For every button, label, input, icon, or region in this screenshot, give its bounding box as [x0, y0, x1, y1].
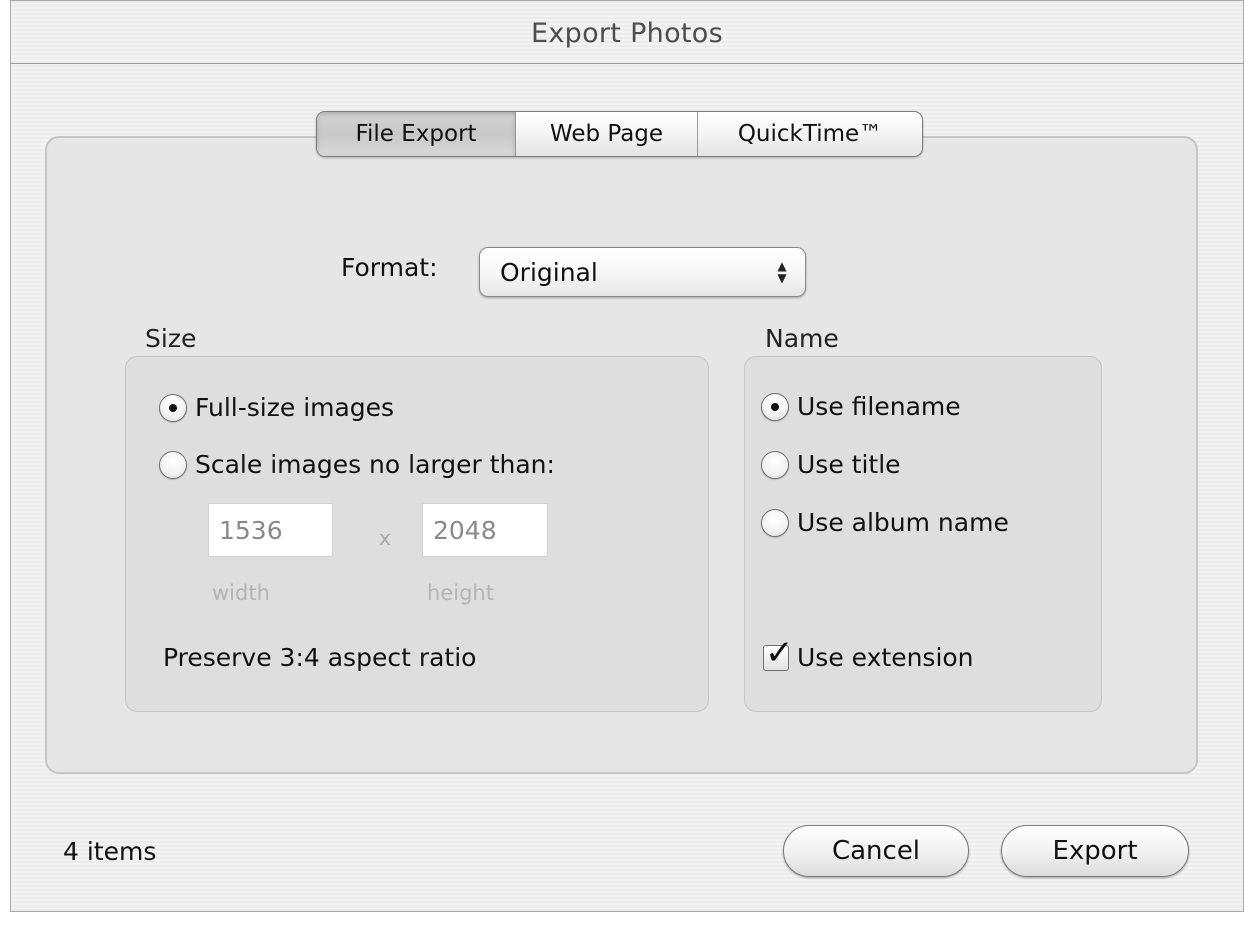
format-label: Format:: [341, 253, 438, 282]
radio-button-selected[interactable]: [761, 392, 789, 421]
checkbox[interactable]: ✓: [763, 636, 794, 671]
cancel-button[interactable]: Cancel: [783, 825, 969, 877]
radio-use-filename[interactable]: Use filename: [761, 392, 961, 421]
radio-button[interactable]: [159, 450, 187, 479]
updown-arrows-icon: ▲ ▼: [777, 259, 787, 285]
checkbox-use-extension[interactable]: ✓ Use extension: [763, 636, 974, 672]
radio-use-album-name[interactable]: Use album name: [761, 508, 1009, 537]
export-photos-dialog: Export Photos File Export Web Page Quick…: [10, 0, 1244, 912]
radio-scale-images-label: Scale images no larger than:: [195, 450, 555, 479]
window-title: Export Photos: [531, 18, 723, 49]
items-count: 4 items: [63, 837, 157, 866]
radio-scale-images[interactable]: Scale images no larger than:: [159, 450, 555, 479]
radio-use-title-label: Use title: [797, 450, 901, 479]
tab-quicktime[interactable]: QuickTime™: [698, 112, 922, 156]
checkbox-use-extension-label: Use extension: [797, 643, 974, 672]
size-section-label: Size: [145, 324, 197, 353]
checkmark-icon: ✓: [765, 632, 794, 673]
radio-dot-icon: [169, 403, 177, 412]
radio-button[interactable]: [761, 508, 789, 537]
radio-button-selected[interactable]: [159, 393, 187, 422]
radio-use-title[interactable]: Use title: [761, 450, 901, 479]
times-separator: x: [379, 526, 391, 550]
width-caption: width: [212, 581, 270, 605]
format-popup[interactable]: Original ▲ ▼: [479, 247, 806, 297]
radio-full-size[interactable]: Full-size images: [159, 393, 394, 422]
radio-dot-icon: [771, 402, 779, 411]
name-section-label: Name: [765, 324, 839, 353]
radio-use-filename-label: Use filename: [797, 392, 961, 421]
format-value: Original: [500, 258, 598, 287]
width-field[interactable]: 1536: [208, 503, 333, 557]
title-bar[interactable]: Export Photos: [11, 1, 1243, 64]
radio-full-size-label: Full-size images: [195, 393, 395, 422]
radio-use-album-name-label: Use album name: [797, 508, 1009, 537]
export-button[interactable]: Export: [1001, 825, 1189, 877]
aspect-ratio-text: Preserve 3:4 aspect ratio: [163, 643, 477, 672]
height-caption: height: [427, 581, 494, 605]
radio-button[interactable]: [761, 450, 789, 479]
tab-file-export[interactable]: File Export: [317, 112, 516, 156]
tab-bar: File Export Web Page QuickTime™: [316, 111, 923, 157]
tab-web-page[interactable]: Web Page: [516, 112, 698, 156]
height-field[interactable]: 2048: [422, 503, 548, 557]
